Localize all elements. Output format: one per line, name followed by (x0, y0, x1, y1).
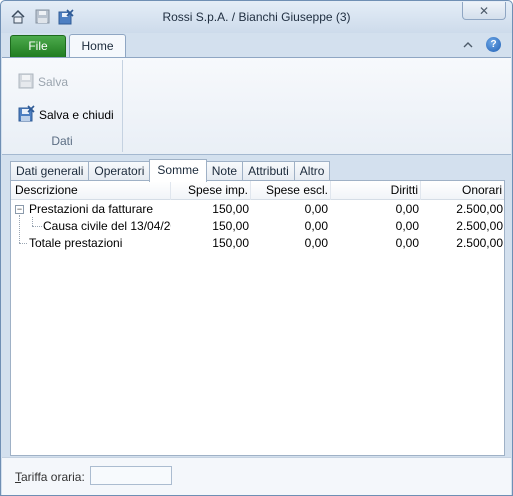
cell-spese-escl: 0,00 (304, 202, 328, 216)
tab-operatori[interactable]: Operatori (88, 161, 150, 181)
cell-descrizione: Totale prestazioni (29, 236, 123, 250)
window-title: Rossi S.p.A. / Bianchi Giuseppe (3) (162, 10, 351, 24)
somme-panel: Descrizione Spese imp. Spese escl. Dirit… (10, 180, 505, 456)
close-icon: ✕ (478, 3, 490, 18)
ribbon-tabs: File Home ? (1, 33, 512, 59)
tab-altro[interactable]: Altro (293, 161, 331, 181)
cell-onorari: 2.500,00 (456, 202, 503, 216)
cell-descrizione: Causa civile del 13/04/20 (43, 219, 171, 233)
cell-spese-escl: 0,00 (304, 219, 328, 233)
save-icon (18, 73, 34, 92)
column-header-diritti[interactable]: Diritti (331, 181, 421, 200)
cell-onorari: 2.500,00 (456, 236, 503, 250)
tab-dati-generali[interactable]: Dati generali (10, 161, 89, 181)
column-header-onorari[interactable]: Onorari (421, 181, 504, 200)
cell-spese-imp: 150,00 (212, 236, 249, 250)
tab-file[interactable]: File (10, 35, 66, 58)
cell-diritti: 0,00 (395, 236, 419, 250)
grid-header: Descrizione Spese imp. Spese escl. Dirit… (11, 181, 504, 200)
collapse-icon[interactable]: − (15, 205, 24, 214)
cell-spese-escl: 0,00 (304, 236, 328, 250)
tab-somme[interactable]: Somme (149, 159, 207, 182)
column-header-descrizione[interactable]: Descrizione (11, 181, 171, 200)
window: Rossi S.p.A. / Bianchi Giuseppe (3) ✕ Fi… (0, 0, 513, 496)
column-header-spese-imp[interactable]: Spese imp. (171, 181, 251, 200)
ribbon-minimize-icon[interactable] (462, 39, 474, 51)
close-button[interactable]: ✕ (462, 2, 506, 20)
hourly-rate-label: Tariffa oraria: (15, 470, 85, 484)
save-button[interactable]: Salva (18, 72, 68, 92)
column-header-spese-escl[interactable]: Spese escl. (251, 181, 331, 200)
cell-onorari: 2.500,00 (456, 219, 503, 233)
table-row[interactable]: Totale prestazioni 150,00 0,00 0,00 2.50… (11, 235, 504, 252)
table-row[interactable]: Causa civile del 13/04/20 150,00 0,00 0,… (11, 218, 504, 235)
footer: Tariffa oraria: (2, 457, 511, 495)
cell-spese-imp: 150,00 (212, 202, 249, 216)
cell-descrizione: Prestazioni da fatturare (29, 202, 154, 216)
save-close-button-label: Salva e chiudi (39, 108, 114, 122)
cell-diritti: 0,00 (395, 219, 419, 233)
save-button-label: Salva (38, 75, 69, 89)
save-close-button[interactable]: Salva e chiudi (18, 105, 114, 125)
ribbon: Salva Salva e chiudi Dati (2, 57, 511, 155)
cell-spese-imp: 150,00 (212, 219, 249, 233)
hourly-rate-label-text: ariffa oraria: (21, 470, 85, 484)
tab-attributi[interactable]: Attributi (242, 161, 294, 181)
cell-diritti: 0,00 (395, 202, 419, 216)
content-tabs: Dati generali Operatori Somme Note Attri… (10, 159, 331, 182)
hourly-rate-input[interactable] (90, 466, 172, 485)
title-bar: Rossi S.p.A. / Bianchi Giuseppe (3) ✕ (1, 1, 512, 33)
ribbon-group-label: Dati (51, 134, 73, 148)
save-close-icon (18, 105, 35, 125)
help-icon[interactable]: ? (486, 37, 501, 52)
table-row[interactable]: − Prestazioni da fatturare 150,00 0,00 0… (11, 201, 504, 218)
tab-home[interactable]: Home (69, 34, 126, 59)
tab-note[interactable]: Note (206, 161, 243, 181)
ribbon-group-dati: Salva Salva e chiudi Dati (2, 60, 123, 152)
